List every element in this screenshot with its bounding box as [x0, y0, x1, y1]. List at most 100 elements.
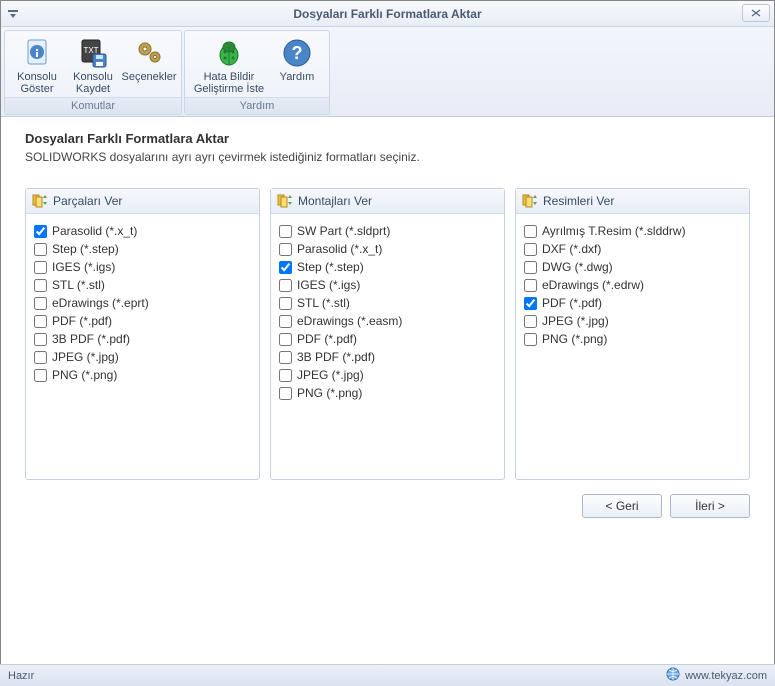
format-option[interactable]: IGES (*.igs): [279, 278, 496, 292]
format-checkbox[interactable]: [279, 387, 292, 400]
format-label: eDrawings (*.easm): [297, 314, 402, 328]
panel-drawings: Resimleri Ver Ayrılmış T.Resim (*.slddrw)…: [515, 188, 750, 480]
titlebar: Dosyaları Farklı Formatlara Aktar: [1, 1, 774, 27]
panel-body: SW Part (*.sldprt) Parasolid (*.x_t) Step …: [271, 214, 504, 479]
panel-body: Ayrılmış T.Resim (*.slddrw) DXF (*.dxf) DW…: [516, 214, 749, 479]
format-checkbox[interactable]: [34, 279, 47, 292]
ribbon-item-label: KonsoluGöster: [17, 71, 57, 95]
options-button[interactable]: Seçenekler: [121, 35, 177, 97]
format-checkbox[interactable]: [524, 261, 537, 274]
panel-title: Parçaları Ver: [53, 194, 122, 208]
gears-icon: [133, 37, 165, 69]
website-link[interactable]: www.tekyaz.com: [666, 667, 767, 684]
ribbon-group-title: Komutlar: [5, 97, 181, 114]
format-option[interactable]: JPEG (*.jpg): [34, 350, 251, 364]
format-option[interactable]: Parasolid (*.x_t): [279, 242, 496, 256]
format-checkbox[interactable]: [279, 333, 292, 346]
format-label: PDF (*.pdf): [52, 314, 112, 328]
bug-icon: [213, 37, 245, 69]
format-checkbox[interactable]: [34, 297, 47, 310]
format-checkbox[interactable]: [279, 369, 292, 382]
format-option[interactable]: PNG (*.png): [524, 332, 741, 346]
save-console-button[interactable]: TXTKonsoluKaydet: [65, 35, 121, 97]
svg-text:?: ?: [292, 43, 303, 63]
format-checkbox[interactable]: [279, 297, 292, 310]
format-label: Ayrılmış T.Resim (*.slddrw): [542, 224, 686, 238]
back-button[interactable]: < Geri: [582, 494, 662, 518]
format-label: PDF (*.pdf): [542, 296, 602, 310]
format-label: PNG (*.png): [297, 386, 362, 400]
export-icon: [522, 193, 538, 209]
format-option[interactable]: STL (*.stl): [34, 278, 251, 292]
format-option[interactable]: Parasolid (*.x_t): [34, 224, 251, 238]
format-label: 3B PDF (*.pdf): [297, 350, 375, 364]
format-option[interactable]: JPEG (*.jpg): [279, 368, 496, 382]
format-label: 3B PDF (*.pdf): [52, 332, 130, 346]
format-checkbox[interactable]: [34, 333, 47, 346]
format-label: PNG (*.png): [52, 368, 117, 382]
format-option[interactable]: eDrawings (*.easm): [279, 314, 496, 328]
format-option[interactable]: Step (*.step): [279, 260, 496, 274]
ribbon-group: KonsoluGöster TXTKonsoluKaydetSeçeneklerK…: [4, 30, 182, 115]
ribbon: KonsoluGöster TXTKonsoluKaydetSeçeneklerK…: [1, 27, 774, 117]
format-checkbox[interactable]: [279, 243, 292, 256]
format-checkbox[interactable]: [524, 243, 537, 256]
format-option[interactable]: PDF (*.pdf): [34, 314, 251, 328]
format-option[interactable]: Step (*.step): [34, 242, 251, 256]
format-option[interactable]: IGES (*.igs): [34, 260, 251, 274]
format-option[interactable]: 3B PDF (*.pdf): [34, 332, 251, 346]
format-checkbox[interactable]: [524, 297, 537, 310]
format-option[interactable]: SW Part (*.sldprt): [279, 224, 496, 238]
format-checkbox[interactable]: [524, 333, 537, 346]
format-checkbox[interactable]: [279, 225, 292, 238]
format-checkbox[interactable]: [279, 351, 292, 364]
format-checkbox[interactable]: [34, 261, 47, 274]
format-option[interactable]: DWG (*.dwg): [524, 260, 741, 274]
page-subtitle: SOLIDWORKS dosyalarını ayrı ayrı çevirme…: [25, 150, 750, 164]
format-option[interactable]: Ayrılmış T.Resim (*.slddrw): [524, 224, 741, 238]
format-label: JPEG (*.jpg): [297, 368, 364, 382]
format-label: Step (*.step): [297, 260, 364, 274]
qat-dropdown-icon[interactable]: [7, 8, 19, 20]
page-heading: Dosyaları Farklı Formatlara Aktar: [25, 131, 750, 146]
format-checkbox[interactable]: [34, 369, 47, 382]
format-checkbox[interactable]: [279, 261, 292, 274]
format-checkbox[interactable]: [34, 243, 47, 256]
format-option[interactable]: PNG (*.png): [34, 368, 251, 382]
format-checkbox[interactable]: [279, 279, 292, 292]
format-label: eDrawings (*.edrw): [542, 278, 644, 292]
quick-access-toolbar: [1, 8, 25, 20]
ribbon-group: Hata BildirGeliştirme İste?YardımYardım: [184, 30, 330, 115]
format-checkbox[interactable]: [279, 315, 292, 328]
format-checkbox[interactable]: [524, 315, 537, 328]
format-option[interactable]: JPEG (*.jpg): [524, 314, 741, 328]
format-option[interactable]: eDrawings (*.edrw): [524, 278, 741, 292]
show-console-button[interactable]: KonsoluGöster: [9, 35, 65, 97]
format-option[interactable]: PDF (*.pdf): [524, 296, 741, 310]
format-option[interactable]: STL (*.stl): [279, 296, 496, 310]
format-label: PNG (*.png): [542, 332, 607, 346]
window-title: Dosyaları Farklı Formatlara Aktar: [1, 7, 774, 21]
panel-title: Montajları Ver: [298, 194, 372, 208]
bug-report-button[interactable]: Hata BildirGeliştirme İste: [189, 35, 269, 97]
info-doc-icon: [21, 37, 53, 69]
format-checkbox[interactable]: [524, 279, 537, 292]
format-option[interactable]: eDrawings (*.eprt): [34, 296, 251, 310]
format-option[interactable]: DXF (*.dxf): [524, 242, 741, 256]
format-checkbox[interactable]: [34, 225, 47, 238]
panel-parts: Parçaları Ver Parasolid (*.x_t) Step (*.st…: [25, 188, 260, 480]
format-checkbox[interactable]: [524, 225, 537, 238]
format-option[interactable]: PNG (*.png): [279, 386, 496, 400]
website-link-text: www.tekyaz.com: [685, 670, 767, 682]
panel-header: Montajları Ver: [271, 189, 504, 214]
format-option[interactable]: PDF (*.pdf): [279, 332, 496, 346]
close-button[interactable]: [742, 4, 770, 22]
help-button[interactable]: ?Yardım: [269, 35, 325, 97]
format-option[interactable]: 3B PDF (*.pdf): [279, 350, 496, 364]
next-button[interactable]: İleri >: [670, 494, 750, 518]
format-checkbox[interactable]: [34, 315, 47, 328]
format-label: STL (*.stl): [297, 296, 350, 310]
panel-title: Resimleri Ver: [543, 194, 614, 208]
format-checkbox[interactable]: [34, 351, 47, 364]
ribbon-item-label: Hata BildirGeliştirme İste: [194, 71, 264, 95]
